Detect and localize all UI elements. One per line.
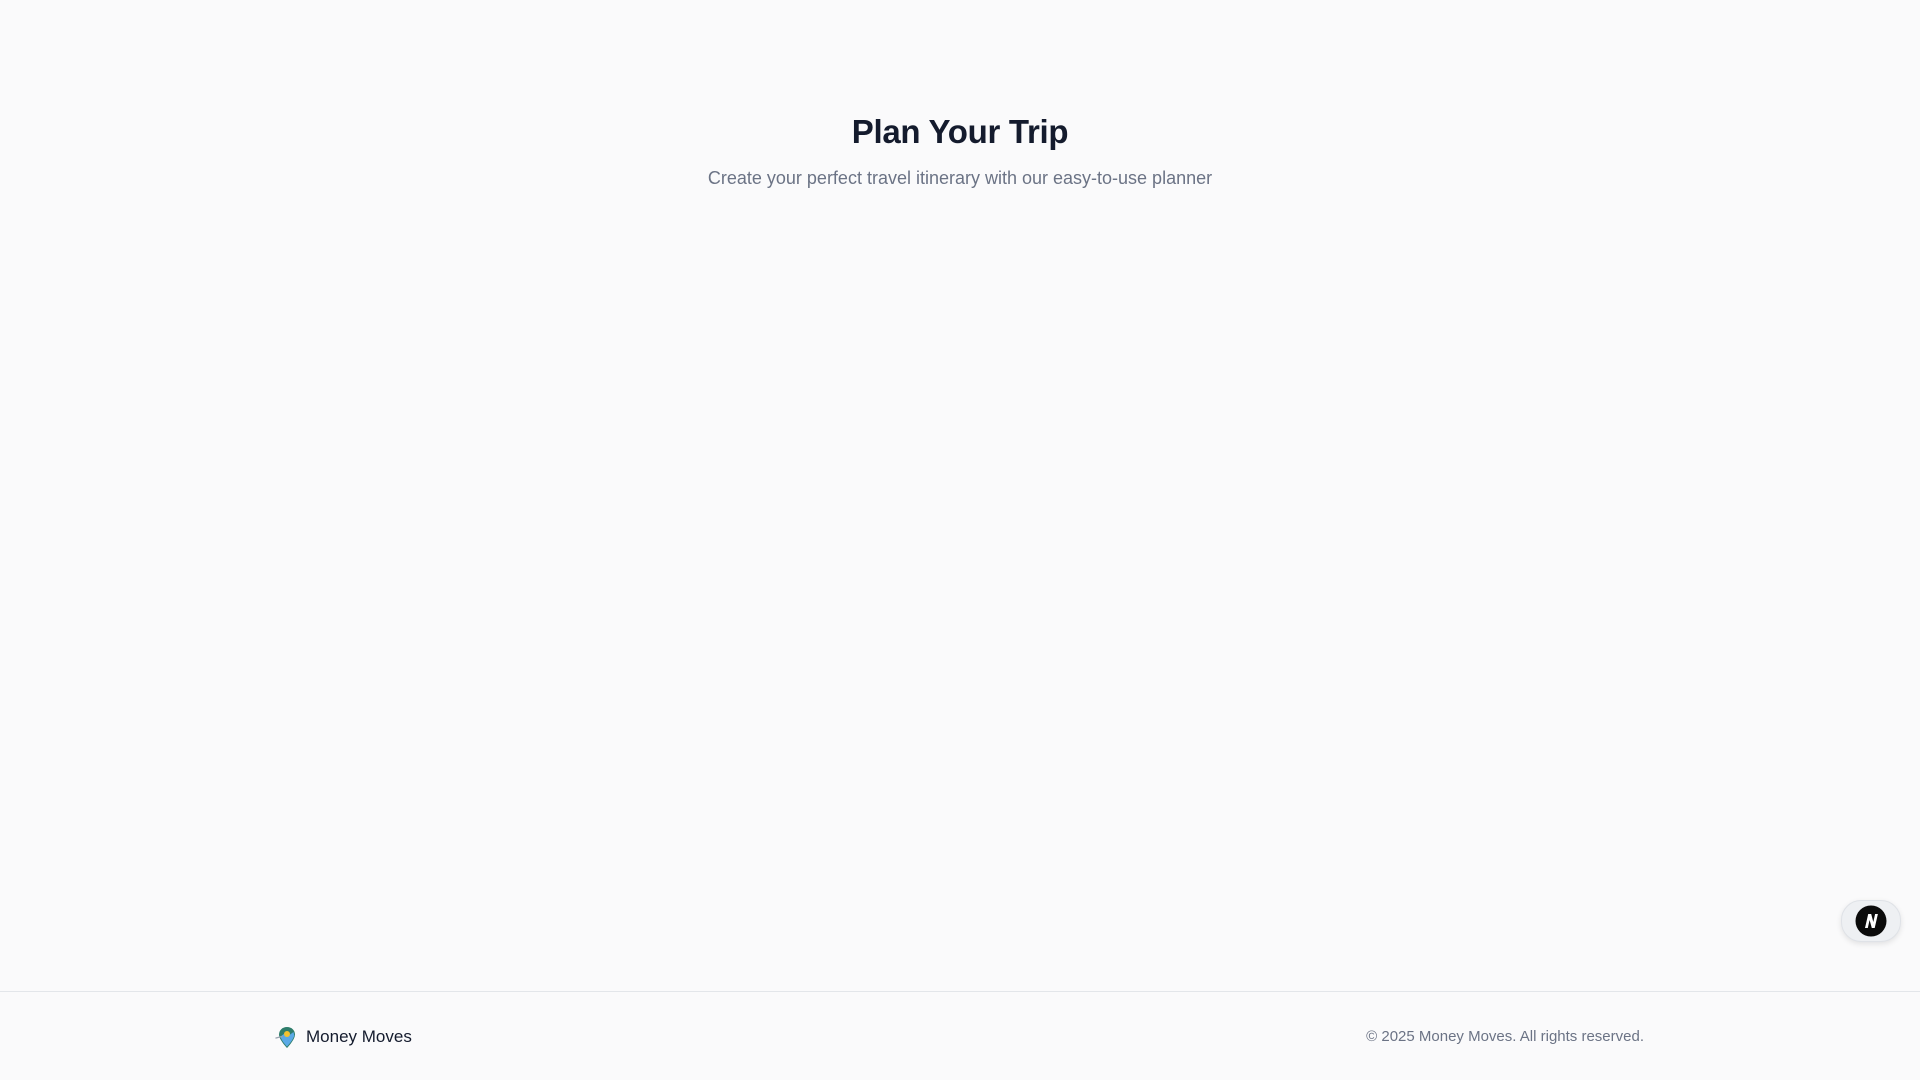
footer-brand-name: Money Moves (306, 1027, 412, 1046)
map-pin-icon (275, 1027, 295, 1048)
footer: Money Moves © 2025 Money Moves. All righ… (0, 991, 1920, 1080)
page-subtitle: Create your perfect travel itinerary wit… (707, 168, 1213, 188)
page-title: Plan Your Trip (851, 113, 1069, 150)
page: Plan Your Trip Create your perfect trave… (0, 0, 1920, 1080)
footer-copyright: © 2025 Money Moves. All rights reserved. (1366, 1028, 1644, 1045)
floating-assistant-button[interactable] (1841, 900, 1901, 942)
footer-brand-link[interactable]: Money Moves (274, 1024, 412, 1050)
hero-section: Plan Your Trip Create your perfect trave… (0, 112, 1920, 190)
n-logo-icon (1855, 905, 1887, 937)
